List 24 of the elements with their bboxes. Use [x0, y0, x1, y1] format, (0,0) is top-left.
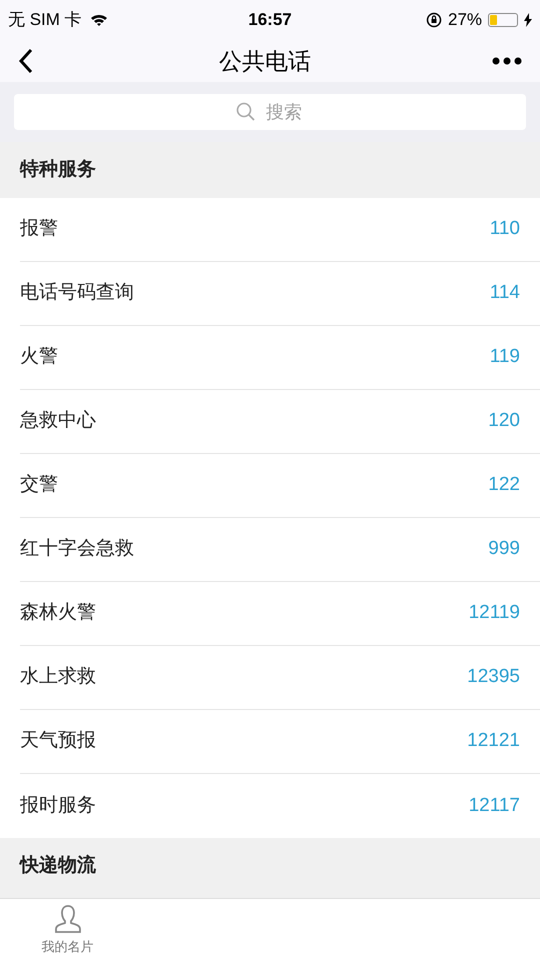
- charging-icon: [524, 13, 532, 27]
- phone-row[interactable]: 森林火警 12119: [20, 582, 540, 646]
- phone-row[interactable]: 报时服务 12117: [20, 774, 540, 838]
- battery-percent: 27%: [448, 9, 482, 32]
- phone-row[interactable]: 交警 122: [20, 454, 540, 518]
- more-icon: [492, 57, 522, 65]
- wifi-icon: [90, 13, 108, 27]
- phone-row[interactable]: 天气预报 12121: [20, 710, 540, 774]
- phone-row[interactable]: 急救中心 120: [20, 390, 540, 454]
- phone-row[interactable]: 电话号码查询 114: [20, 262, 540, 326]
- section-header: 特种服务: [20, 158, 96, 182]
- phone-row[interactable]: 红十字会急救 999: [20, 518, 540, 582]
- carrier-text: 无 SIM 卡: [8, 9, 82, 32]
- back-icon: [18, 48, 34, 74]
- clock-text: 16:57: [248, 9, 292, 32]
- section-header: 快递物流: [20, 854, 96, 878]
- rotation-lock-icon: [426, 12, 442, 28]
- search-field[interactable]: 搜索: [14, 94, 526, 130]
- search-icon: [236, 102, 256, 122]
- phone-row[interactable]: 报警 110: [20, 198, 540, 262]
- page-title: 公共电话: [219, 46, 311, 76]
- phone-row[interactable]: 火警 119: [20, 326, 540, 390]
- phone-row[interactable]: 水上求救 12395: [20, 646, 540, 710]
- battery-icon: [488, 13, 518, 27]
